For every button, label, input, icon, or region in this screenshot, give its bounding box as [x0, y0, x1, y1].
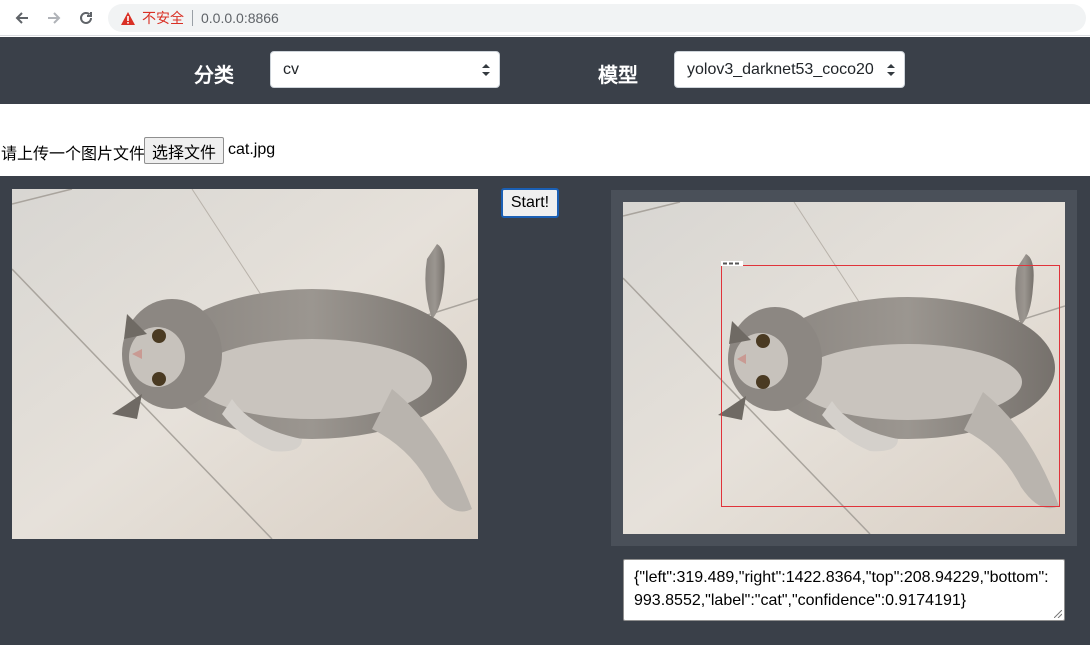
result-json-text: {"left":319.489,"right":1422.8364,"top":… — [634, 569, 1049, 609]
select-arrow-icon — [886, 62, 896, 78]
model-label: 模型 — [598, 65, 638, 87]
upload-label: 请上传一个图片文件 — [1, 146, 146, 163]
category-select[interactable]: cv — [270, 51, 500, 88]
start-button[interactable]: Start! — [501, 188, 559, 218]
address-bar[interactable]: 不安全 0.0.0.0:8866 — [108, 4, 1086, 32]
input-image — [12, 189, 478, 539]
reload-icon[interactable] — [74, 6, 98, 30]
model-select-value: yolov3_darknet53_coco20 — [687, 60, 874, 78]
forward-icon[interactable] — [42, 6, 66, 30]
result-image — [623, 202, 1065, 534]
result-image-frame — [611, 190, 1077, 546]
security-status[interactable]: 不安全 — [142, 8, 184, 28]
upload-row: 请上传一个图片文件 选择文件 cat.jpg — [0, 104, 1090, 176]
detection-bounding-box — [721, 265, 1060, 507]
choose-file-button[interactable]: 选择文件 — [144, 137, 225, 164]
category-select-value: cv — [283, 60, 299, 78]
select-arrow-icon — [481, 62, 491, 78]
resize-grip-icon[interactable] — [1054, 610, 1062, 618]
divider — [192, 10, 193, 26]
result-json-textarea[interactable]: {"left":319.489,"right":1422.8364,"top":… — [623, 559, 1065, 621]
selected-file-name: cat.jpg — [228, 141, 276, 158]
detection-label-tag — [721, 261, 743, 266]
browser-toolbar: 不安全 0.0.0.0:8866 — [0, 0, 1090, 36]
model-select[interactable]: yolov3_darknet53_coco20 — [674, 51, 905, 88]
category-label: 分类 — [194, 65, 234, 87]
warning-icon — [120, 10, 136, 26]
main-panel: Start! {"left":319.489,"right":1422.8364… — [0, 176, 1090, 645]
url-text[interactable]: 0.0.0.0:8866 — [201, 10, 279, 26]
back-icon[interactable] — [10, 6, 34, 30]
header-bar: 分类 cv 模型 yolov3_darknet53_coco20 — [0, 37, 1090, 104]
